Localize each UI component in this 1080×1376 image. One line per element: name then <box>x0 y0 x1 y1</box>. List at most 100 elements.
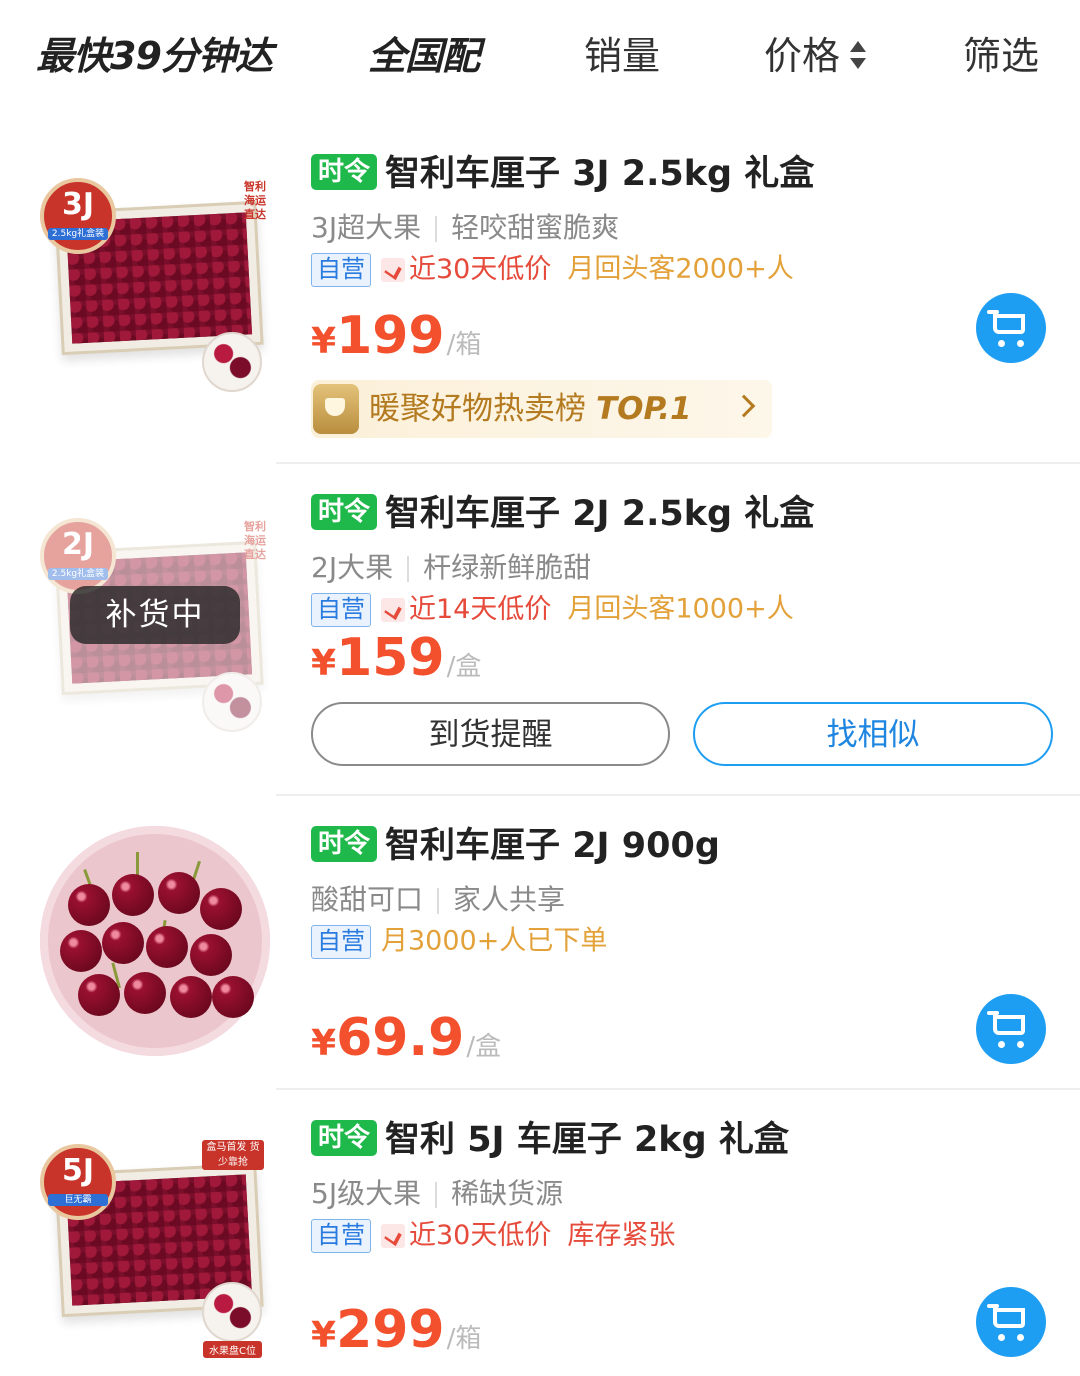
tab-nationwide[interactable]: 全国配 <box>368 30 480 82</box>
ranking-list-name: 暖聚好物热卖榜 <box>369 391 586 427</box>
desc-item: 稀缺货源 <box>451 1177 564 1210</box>
product-desc: 3J超大果 轻咬甜蜜脆爽 <box>311 206 619 246</box>
product-name: 智利车厘子 3J 2.5kg 礼盒 <box>385 154 815 194</box>
size-badge: 5J 巨无霸 <box>40 1144 116 1220</box>
ranking-text: 暖聚好物热卖榜 TOP.1 <box>369 388 692 430</box>
product-name: 智利车厘子 2J 2.5kg 礼盒 <box>385 494 815 534</box>
origin-text: 智利 海运直达 <box>244 180 266 221</box>
currency-symbol: ¥ <box>311 643 337 684</box>
product-tags: 自营 近30天低价 月回头客2000+人 <box>311 252 794 288</box>
price-unit: /盒 <box>446 652 482 682</box>
bottom-label: 水果盘C位 <box>203 1341 262 1358</box>
currency-symbol: ¥ <box>311 1023 337 1064</box>
self-operated-badge: 自营 <box>311 252 371 287</box>
repeat-customer-text: 月回头客1000+人 <box>567 593 794 625</box>
product-title[interactable]: 时令 智利车厘子 2J 900g <box>311 822 720 870</box>
desc-item: 5J级大果 <box>311 1177 422 1210</box>
size-badge-text: 5J <box>61 1153 95 1188</box>
desc-item: 家人共享 <box>453 883 566 916</box>
tab-price-label: 价格 <box>764 34 841 78</box>
low-price-tag: 近14天低价 <box>409 593 552 625</box>
desc-item: 2J大果 <box>311 551 394 584</box>
size-badge: 2J 2.5kg礼盒装 <box>40 518 116 594</box>
ranking-banner[interactable]: 暖聚好物热卖榜 TOP.1 <box>311 380 772 438</box>
product-desc: 2J大果 杆绿新鲜脆甜 <box>311 546 591 586</box>
desc-item: 酸甜可口 <box>311 883 424 916</box>
desc-item: 轻咬甜蜜脆爽 <box>451 211 620 244</box>
tab-fastest-delivery[interactable]: 最快39分钟达 <box>36 30 273 82</box>
price-down-icon <box>381 1223 405 1248</box>
seasonal-tag: 时令 <box>311 154 378 190</box>
product-title[interactable]: 时令 智利 5J 车厘子 2kg 礼盒 <box>311 1116 789 1164</box>
price-value: 69.9 <box>336 1008 465 1068</box>
chevron-right-icon <box>732 394 756 418</box>
self-operated-badge: 自营 <box>311 592 371 627</box>
desc-separator <box>437 888 440 914</box>
size-badge-subtext: 2.5kg礼盒装 <box>48 568 108 580</box>
sort-arrows-icon <box>850 38 867 72</box>
self-operated-badge: 自营 <box>311 1218 371 1253</box>
promo-label: 盒马首发 货少靠抢 <box>202 1140 264 1170</box>
currency-symbol: ¥ <box>311 321 337 362</box>
divider <box>276 462 1080 464</box>
arrival-reminder-button[interactable]: 到货提醒 <box>311 702 670 766</box>
product-tags: 自营 近30天低价 库存紧张 <box>311 1218 691 1254</box>
price-unit: /箱 <box>446 1324 482 1354</box>
price-value: 159 <box>336 628 445 688</box>
add-to-cart-button[interactable] <box>976 994 1046 1064</box>
trophy-icon <box>313 384 359 434</box>
product-title[interactable]: 时令 智利车厘子 2J 2.5kg 礼盒 <box>311 490 814 538</box>
repeat-customer-text: 月回头客2000+人 <box>567 253 794 285</box>
product-name: 智利车厘子 2J 900g <box>385 826 720 866</box>
self-operated-badge: 自营 <box>311 924 371 959</box>
tab-filter[interactable]: 筛选 <box>963 30 1039 82</box>
restocking-overlay: 补货中 <box>70 586 240 644</box>
divider <box>276 1088 1080 1090</box>
currency-symbol: ¥ <box>311 1315 337 1356</box>
seasonal-tag: 时令 <box>311 1120 378 1156</box>
size-badge-subtext: 2.5kg礼盒装 <box>48 228 108 240</box>
product-price: ¥199/箱 <box>311 306 481 366</box>
product-price: ¥69.9/盒 <box>311 1008 501 1068</box>
add-to-cart-button[interactable] <box>976 1287 1046 1357</box>
price-down-icon <box>381 597 405 622</box>
product-price: ¥299/箱 <box>311 1300 481 1360</box>
sort-tab-bar: 最快39分钟达 全国配 销量 价格 筛选 <box>0 0 1080 112</box>
add-to-cart-button[interactable] <box>976 293 1046 363</box>
product-desc: 酸甜可口 家人共享 <box>311 878 565 918</box>
product-name: 智利 5J 车厘子 2kg 礼盒 <box>385 1120 789 1160</box>
seasonal-tag: 时令 <box>311 494 378 530</box>
price-unit: /盒 <box>466 1032 502 1062</box>
tab-price[interactable]: 价格 <box>764 30 867 82</box>
size-badge-subtext: 巨无霸 <box>48 1194 108 1206</box>
origin-text: 智利 海运直达 <box>244 520 266 561</box>
cherry-bowl-image <box>202 1282 262 1342</box>
desc-separator <box>435 216 438 242</box>
cherry-bowl-image <box>202 672 262 732</box>
size-badge-text: 2J <box>61 527 95 562</box>
price-unit: /箱 <box>446 330 482 360</box>
product-image[interactable] <box>40 826 272 1058</box>
desc-item: 3J超大果 <box>311 211 422 244</box>
low-price-tag: 近30天低价 <box>409 253 552 285</box>
product-image[interactable]: 5J 巨无霸 盒马首发 货少靠抢 水果盘C位 <box>40 1130 272 1362</box>
cherry-plate-image <box>40 826 270 1056</box>
tab-sales[interactable]: 销量 <box>584 30 660 82</box>
product-tags: 自营 月3000+人已下单 <box>311 924 607 960</box>
product-title[interactable]: 时令 智利车厘子 3J 2.5kg 礼盒 <box>311 150 814 198</box>
product-image[interactable]: 2J 2.5kg礼盒装 智利 海运直达 补货中 <box>40 508 272 740</box>
monthly-orders-text: 月3000+人已下单 <box>381 925 608 957</box>
price-value: 199 <box>336 306 445 366</box>
product-tags: 自营 近14天低价 月回头客1000+人 <box>311 592 794 628</box>
low-stock-text: 库存紧张 <box>567 1219 676 1251</box>
desc-item: 杆绿新鲜脆甜 <box>423 551 592 584</box>
product-image[interactable]: 3J 2.5kg礼盒装 智利 海运直达 <box>40 168 272 400</box>
cherry-bowl-image <box>202 332 262 392</box>
divider <box>276 794 1080 796</box>
desc-separator <box>435 1182 438 1208</box>
ranking-position: TOP.1 <box>596 391 692 427</box>
find-similar-button[interactable]: 找相似 <box>693 702 1053 766</box>
desc-separator <box>407 556 410 582</box>
seasonal-tag: 时令 <box>311 826 378 862</box>
size-badge-text: 3J <box>61 187 95 222</box>
